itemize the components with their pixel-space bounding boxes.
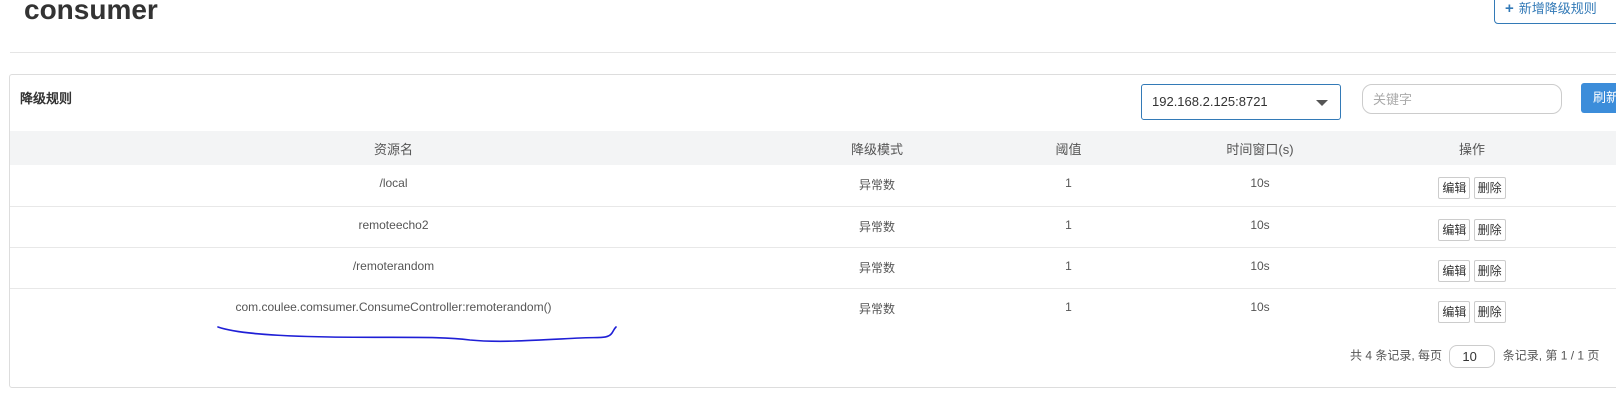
machine-select[interactable]: 192.168.2.125:8721: [1141, 84, 1341, 120]
cell-spacer: [1584, 288, 1616, 329]
panel-title: 降级规则: [20, 91, 73, 106]
add-degrade-rule-button[interactable]: + 新增降级规则: [1494, 0, 1616, 24]
degrade-rules-table: 资源名 降级模式 阈值 时间窗口(s) 操作 /local 异常数 1 10s …: [10, 131, 1616, 329]
cell-actions: 编辑 删除: [1360, 288, 1584, 329]
pagination-suffix: 条记录, 第 1 / 1 页: [1502, 348, 1600, 363]
cell-spacer: [1584, 165, 1616, 207]
cell-threshold: 1: [977, 247, 1160, 289]
machine-select-value: 192.168.2.125:8721: [1152, 94, 1268, 109]
cell-window: 10s: [1160, 247, 1360, 289]
plus-icon: +: [1505, 0, 1514, 17]
delete-button[interactable]: 删除: [1473, 218, 1506, 241]
cell-actions: 编辑 删除: [1360, 206, 1584, 248]
cell-spacer: [1584, 247, 1616, 289]
header-divider: [10, 52, 1616, 53]
column-header-mode: 降级模式: [777, 131, 977, 165]
cell-resource: remoteecho2: [10, 206, 777, 248]
cell-resource: /local: [10, 165, 777, 207]
cell-window: 10s: [1250, 299, 1270, 314]
cell-spacer: [1584, 206, 1616, 248]
table-row: com.coulee.comsumer.ConsumeController:re…: [10, 288, 1616, 329]
delete-button[interactable]: 删除: [1473, 259, 1506, 282]
pagination: 共 4 条记录, 每页 10 条记录, 第 1 / 1 页: [1350, 345, 1599, 368]
edit-button[interactable]: 编辑: [1438, 259, 1471, 282]
cell-resource: /remoterandom: [10, 247, 777, 289]
page-size-input[interactable]: 10: [1449, 345, 1496, 368]
table-row: remoteecho2 异常数 1 10s 编辑 删除: [10, 206, 1616, 248]
edit-button[interactable]: 编辑: [1438, 177, 1471, 199]
edit-button[interactable]: 编辑: [1438, 300, 1471, 323]
table-row: /remoterandom 异常数 1 10s 编辑 删除: [10, 247, 1616, 289]
cell-threshold: 1: [1065, 299, 1072, 314]
table-header-row: 资源名 降级模式 阈值 时间窗口(s) 操作: [10, 131, 1616, 165]
add-degrade-rule-label: 新增降级规则: [1518, 1, 1597, 16]
delete-button[interactable]: 删除: [1473, 300, 1506, 323]
pagination-prefix: 共 4 条记录, 每页: [1350, 348, 1443, 363]
cell-mode: 异常数: [777, 247, 977, 289]
column-header-resource: 资源名: [10, 131, 777, 165]
column-header-spacer: [1584, 131, 1616, 165]
cell-window: 10s: [1160, 165, 1360, 207]
column-header-threshold: 阈值: [977, 131, 1160, 165]
keyword-search-input[interactable]: [1362, 84, 1562, 114]
cell-actions: 编辑 删除: [1360, 165, 1584, 207]
cell-actions: 编辑 删除: [1360, 247, 1584, 289]
cell-mode: 异常数: [777, 206, 977, 248]
cell-resource: com.coulee.comsumer.ConsumeController:re…: [235, 299, 552, 314]
cell-threshold: 1: [977, 165, 1160, 207]
caret-down-icon: [1316, 100, 1328, 106]
refresh-button[interactable]: 刷新: [1581, 83, 1616, 113]
edit-button[interactable]: 编辑: [1438, 218, 1471, 241]
column-header-actions: 操作: [1360, 131, 1584, 165]
cell-mode: 异常数: [777, 165, 977, 207]
cell-window: 10s: [1160, 206, 1360, 248]
cell-threshold: 1: [977, 206, 1160, 248]
delete-button[interactable]: 删除: [1473, 177, 1506, 199]
page-title: consumer: [24, 0, 158, 25]
column-header-window: 时间窗口(s): [1160, 131, 1360, 165]
cell-mode: 异常数: [858, 301, 895, 316]
degrade-rules-panel: 降级规则 192.168.2.125:8721 刷新 资源名 降级模式 阈值 时…: [9, 74, 1616, 388]
table-row: /local 异常数 1 10s 编辑 删除: [10, 165, 1616, 207]
